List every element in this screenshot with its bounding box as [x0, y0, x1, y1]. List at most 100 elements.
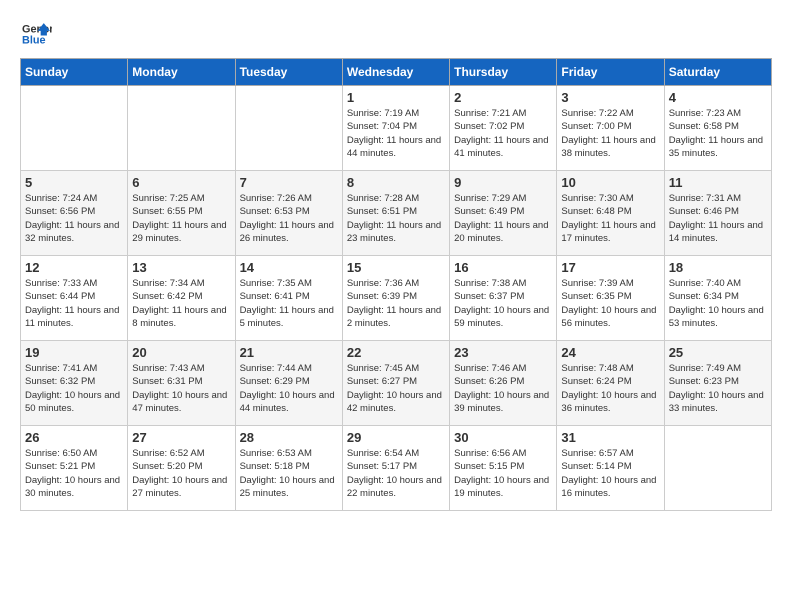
day-number: 10	[561, 175, 659, 190]
calendar-cell: 18Sunrise: 7:40 AMSunset: 6:34 PMDayligh…	[664, 256, 771, 341]
day-number: 25	[669, 345, 767, 360]
calendar-cell: 31Sunrise: 6:57 AMSunset: 5:14 PMDayligh…	[557, 426, 664, 511]
weekday-header-wednesday: Wednesday	[342, 59, 449, 86]
calendar-cell: 7 Sunrise: 7:26 AMSunset: 6:53 PMDaylight…	[235, 171, 342, 256]
logo-icon: General Blue	[20, 20, 52, 48]
week-row-2: 5 Sunrise: 7:24 AMSunset: 6:56 PMDaylight…	[21, 171, 772, 256]
weekday-header-monday: Monday	[128, 59, 235, 86]
svg-text:Blue: Blue	[22, 34, 46, 46]
day-number: 7	[240, 175, 338, 190]
day-info: Sunrise: 7:34 AMSunset: 6:42 PMDaylight:…	[132, 277, 230, 330]
day-number: 9	[454, 175, 552, 190]
day-number: 6	[132, 175, 230, 190]
day-number: 5	[25, 175, 123, 190]
day-number: 3	[561, 90, 659, 105]
day-number: 16	[454, 260, 552, 275]
calendar-cell: 9 Sunrise: 7:29 AMSunset: 6:49 PMDaylight…	[450, 171, 557, 256]
week-row-5: 26 Sunrise: 6:50 AMSunset: 5:21 PMDayligh…	[21, 426, 772, 511]
day-number: 27	[132, 430, 230, 445]
calendar-cell: 23 Sunrise: 7:46 AMSunset: 6:26 PMDayligh…	[450, 341, 557, 426]
calendar-cell: 21 Sunrise: 7:44 AMSunset: 6:29 PMDayligh…	[235, 341, 342, 426]
day-info: Sunrise: 7:49 AMSunset: 6:23 PMDaylight:…	[669, 362, 767, 415]
day-info: Sunrise: 7:21 AMSunset: 7:02 PMDaylight:…	[454, 107, 552, 160]
day-info: Sunrise: 7:35 AMSunset: 6:41 PMDaylight:…	[240, 277, 338, 330]
day-number: 23	[454, 345, 552, 360]
day-info: Sunrise: 7:46 AMSunset: 6:26 PMDaylight:…	[454, 362, 552, 415]
day-info: Sunrise: 7:28 AMSunset: 6:51 PMDaylight:…	[347, 192, 445, 245]
logo: General Blue	[20, 20, 52, 48]
day-number: 24	[561, 345, 659, 360]
day-info: Sunrise: 7:29 AMSunset: 6:49 PMDaylight:…	[454, 192, 552, 245]
calendar-cell: 30Sunrise: 6:56 AMSunset: 5:15 PMDayligh…	[450, 426, 557, 511]
day-info: Sunrise: 7:33 AMSunset: 6:44 PMDaylight:…	[25, 277, 123, 330]
day-info: Sunrise: 6:50 AMSunset: 5:21 PMDaylight:…	[25, 447, 123, 500]
calendar-cell: 3 Sunrise: 7:22 AMSunset: 7:00 PMDaylight…	[557, 86, 664, 171]
day-number: 15	[347, 260, 445, 275]
calendar-cell: 19 Sunrise: 7:41 AMSunset: 6:32 PMDayligh…	[21, 341, 128, 426]
day-info: Sunrise: 7:36 AMSunset: 6:39 PMDaylight:…	[347, 277, 445, 330]
day-info: Sunrise: 6:52 AMSunset: 5:20 PMDaylight:…	[132, 447, 230, 500]
day-info: Sunrise: 7:26 AMSunset: 6:53 PMDaylight:…	[240, 192, 338, 245]
day-info: Sunrise: 7:23 AMSunset: 6:58 PMDaylight:…	[669, 107, 767, 160]
calendar-cell: 8Sunrise: 7:28 AMSunset: 6:51 PMDaylight…	[342, 171, 449, 256]
calendar-cell: 4 Sunrise: 7:23 AMSunset: 6:58 PMDaylight…	[664, 86, 771, 171]
calendar-cell	[128, 86, 235, 171]
calendar-cell: 29 Sunrise: 6:54 AMSunset: 5:17 PMDayligh…	[342, 426, 449, 511]
day-info: Sunrise: 6:56 AMSunset: 5:15 PMDaylight:…	[454, 447, 552, 500]
day-info: Sunrise: 7:40 AMSunset: 6:34 PMDaylight:…	[669, 277, 767, 330]
calendar-cell: 11 Sunrise: 7:31 AMSunset: 6:46 PMDayligh…	[664, 171, 771, 256]
day-number: 14	[240, 260, 338, 275]
day-number: 28	[240, 430, 338, 445]
calendar-cell: 5 Sunrise: 7:24 AMSunset: 6:56 PMDaylight…	[21, 171, 128, 256]
day-number: 21	[240, 345, 338, 360]
day-number: 29	[347, 430, 445, 445]
day-info: Sunrise: 6:53 AMSunset: 5:18 PMDaylight:…	[240, 447, 338, 500]
calendar-cell: 15 Sunrise: 7:36 AMSunset: 6:39 PMDayligh…	[342, 256, 449, 341]
week-row-1: 1 Sunrise: 7:19 AMSunset: 7:04 PMDaylight…	[21, 86, 772, 171]
day-number: 26	[25, 430, 123, 445]
calendar-cell: 20Sunrise: 7:43 AMSunset: 6:31 PMDayligh…	[128, 341, 235, 426]
calendar-cell: 10Sunrise: 7:30 AMSunset: 6:48 PMDayligh…	[557, 171, 664, 256]
calendar-cell: 16 Sunrise: 7:38 AMSunset: 6:37 PMDayligh…	[450, 256, 557, 341]
calendar-cell: 17Sunrise: 7:39 AMSunset: 6:35 PMDayligh…	[557, 256, 664, 341]
day-number: 1	[347, 90, 445, 105]
calendar-cell: 6 Sunrise: 7:25 AMSunset: 6:55 PMDaylight…	[128, 171, 235, 256]
calendar-cell: 25 Sunrise: 7:49 AMSunset: 6:23 PMDayligh…	[664, 341, 771, 426]
day-number: 2	[454, 90, 552, 105]
calendar-cell: 22Sunrise: 7:45 AMSunset: 6:27 PMDayligh…	[342, 341, 449, 426]
day-info: Sunrise: 7:41 AMSunset: 6:32 PMDaylight:…	[25, 362, 123, 415]
day-info: Sunrise: 7:44 AMSunset: 6:29 PMDaylight:…	[240, 362, 338, 415]
calendar-cell	[235, 86, 342, 171]
day-number: 12	[25, 260, 123, 275]
weekday-header-sunday: Sunday	[21, 59, 128, 86]
day-number: 31	[561, 430, 659, 445]
calendar-cell: 13Sunrise: 7:34 AMSunset: 6:42 PMDayligh…	[128, 256, 235, 341]
day-info: Sunrise: 6:54 AMSunset: 5:17 PMDaylight:…	[347, 447, 445, 500]
day-info: Sunrise: 7:22 AMSunset: 7:00 PMDaylight:…	[561, 107, 659, 160]
day-info: Sunrise: 7:19 AMSunset: 7:04 PMDaylight:…	[347, 107, 445, 160]
day-info: Sunrise: 7:24 AMSunset: 6:56 PMDaylight:…	[25, 192, 123, 245]
calendar-cell	[21, 86, 128, 171]
day-info: Sunrise: 7:45 AMSunset: 6:27 PMDaylight:…	[347, 362, 445, 415]
weekday-header-row: SundayMondayTuesdayWednesdayThursdayFrid…	[21, 59, 772, 86]
day-number: 11	[669, 175, 767, 190]
weekday-header-saturday: Saturday	[664, 59, 771, 86]
day-number: 17	[561, 260, 659, 275]
day-info: Sunrise: 7:38 AMSunset: 6:37 PMDaylight:…	[454, 277, 552, 330]
calendar-cell: 24 Sunrise: 7:48 AMSunset: 6:24 PMDayligh…	[557, 341, 664, 426]
page-header: General Blue	[20, 20, 772, 48]
calendar-cell: 12 Sunrise: 7:33 AMSunset: 6:44 PMDayligh…	[21, 256, 128, 341]
weekday-header-tuesday: Tuesday	[235, 59, 342, 86]
weekday-header-friday: Friday	[557, 59, 664, 86]
calendar-cell	[664, 426, 771, 511]
day-info: Sunrise: 7:31 AMSunset: 6:46 PMDaylight:…	[669, 192, 767, 245]
day-number: 19	[25, 345, 123, 360]
day-info: Sunrise: 7:48 AMSunset: 6:24 PMDaylight:…	[561, 362, 659, 415]
day-info: Sunrise: 7:25 AMSunset: 6:55 PMDaylight:…	[132, 192, 230, 245]
calendar-cell: 2 Sunrise: 7:21 AMSunset: 7:02 PMDaylight…	[450, 86, 557, 171]
calendar-cell: 14 Sunrise: 7:35 AMSunset: 6:41 PMDayligh…	[235, 256, 342, 341]
calendar-table: SundayMondayTuesdayWednesdayThursdayFrid…	[20, 58, 772, 511]
week-row-3: 12 Sunrise: 7:33 AMSunset: 6:44 PMDayligh…	[21, 256, 772, 341]
day-number: 4	[669, 90, 767, 105]
calendar-cell: 1 Sunrise: 7:19 AMSunset: 7:04 PMDaylight…	[342, 86, 449, 171]
